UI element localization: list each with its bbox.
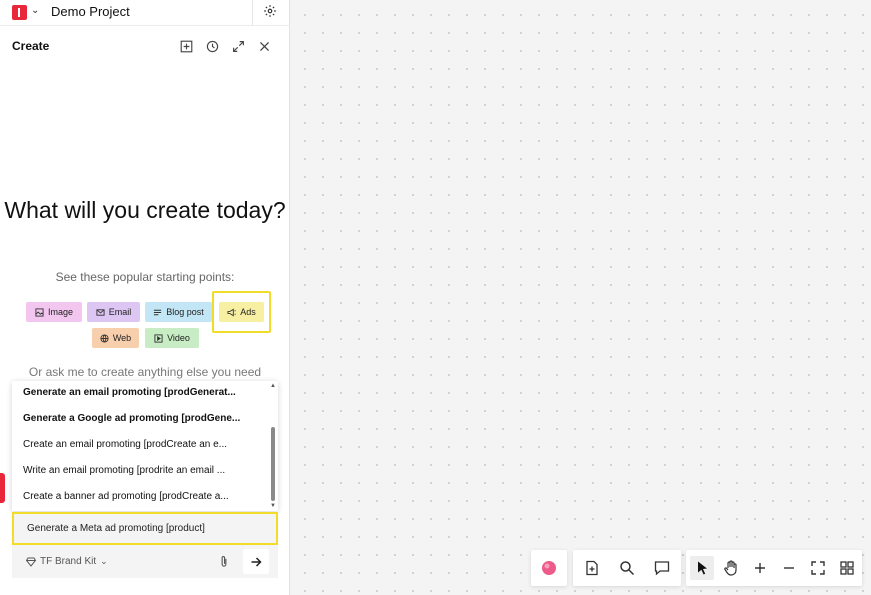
select-tool-button[interactable]	[690, 556, 714, 580]
canvas[interactable]	[290, 0, 871, 595]
scroll-up-arrow-icon[interactable]: ▲	[270, 383, 276, 389]
record-group	[531, 550, 567, 586]
suggestion-item[interactable]: Create an email promoting [prodCreate an…	[23, 439, 259, 450]
grid-icon	[840, 561, 854, 575]
suggestion-item[interactable]: Write an email promoting [prodrite an em…	[23, 465, 259, 476]
panel-title: Create	[12, 39, 50, 53]
pan-tool-button[interactable]	[719, 556, 743, 580]
project-name[interactable]: Demo Project	[51, 4, 130, 19]
chevron-down-icon: ⌄	[100, 556, 108, 566]
suggestion-item[interactable]: Generate a Google ad promoting [prodGene…	[23, 413, 259, 424]
paperclip-icon[interactable]	[218, 555, 230, 568]
image-icon	[35, 307, 44, 317]
add-page-button[interactable]	[580, 556, 604, 580]
brand-kit-label: TF Brand Kit	[40, 556, 97, 567]
history-icon[interactable]	[206, 40, 219, 53]
gear-icon[interactable]	[263, 4, 277, 18]
side-accent-tab[interactable]	[0, 473, 5, 503]
ads-chip-highlight	[212, 291, 271, 333]
scroll-down-arrow-icon[interactable]: ▼	[270, 503, 276, 509]
scrollbar[interactable]: ▲ ▼	[270, 383, 276, 509]
headline: What will you create today?	[4, 197, 286, 223]
text-lines-icon	[154, 309, 162, 315]
fit-screen-button[interactable]	[806, 556, 830, 580]
diamond-icon	[26, 557, 36, 567]
suggestions-dropdown: Generate an email promoting [prodGenerat…	[12, 381, 278, 511]
starting-points-subtitle: See these popular starting points:	[55, 270, 235, 284]
cursor-icon	[698, 561, 707, 575]
new-item-icon[interactable]	[180, 40, 193, 53]
brand-kit-selector[interactable]: TF Brand Kit ⌄	[26, 556, 108, 567]
suggestion-item[interactable]: Create a banner ad promoting [prodCreate…	[23, 491, 259, 502]
prompt-input[interactable]: Generate a Meta ad promoting [product]	[12, 512, 278, 545]
mail-icon	[96, 308, 105, 316]
create-header: Create	[0, 27, 290, 65]
app-logo-icon[interactable]	[12, 5, 27, 20]
send-button[interactable]	[243, 549, 269, 574]
arrow-right-icon	[251, 556, 262, 567]
fit-screen-icon	[811, 561, 825, 575]
expand-icon[interactable]	[232, 40, 245, 53]
globe-icon	[100, 333, 109, 343]
chip-label: Video	[167, 333, 190, 343]
chip-label: Image	[47, 307, 73, 317]
plus-icon	[755, 563, 765, 573]
chip-web[interactable]: Web	[92, 328, 139, 348]
chip-label: Email	[108, 307, 132, 317]
zoom-in-button[interactable]	[748, 556, 772, 580]
close-icon[interactable]	[258, 40, 271, 53]
add-page-icon	[586, 560, 598, 576]
hand-icon	[724, 560, 737, 576]
create-panel: ⌄ Demo Project Create What will you crea…	[0, 0, 290, 595]
tools-group	[573, 550, 681, 586]
scrollbar-thumb[interactable]	[271, 427, 275, 501]
divider	[252, 0, 253, 26]
chip-blog-post[interactable]: Blog post	[145, 302, 212, 322]
chip-label: Web	[112, 333, 132, 343]
navigation-group	[686, 550, 862, 586]
zoom-out-button[interactable]	[777, 556, 801, 580]
chip-label: Blog post	[166, 307, 204, 317]
chip-email[interactable]: Email	[87, 302, 140, 322]
record-button[interactable]	[537, 556, 561, 580]
record-dot-icon	[542, 561, 556, 575]
chip-video[interactable]: Video	[145, 328, 199, 348]
chevron-down-icon[interactable]: ⌄	[31, 5, 39, 16]
comment-icon	[654, 561, 670, 576]
chip-image[interactable]: Image	[26, 302, 82, 322]
layout-grid-button[interactable]	[835, 556, 859, 580]
search-icon	[620, 561, 635, 576]
comment-button[interactable]	[650, 556, 674, 580]
prompt-input-value: Generate a Meta ad promoting [product]	[27, 523, 205, 534]
ask-prompt: Or ask me to create anything else you ne…	[28, 365, 262, 379]
search-button[interactable]	[615, 556, 639, 580]
play-icon	[154, 333, 163, 343]
input-footer: TF Brand Kit ⌄	[12, 545, 278, 578]
suggestion-item[interactable]: Generate an email promoting [prodGenerat…	[23, 387, 259, 398]
top-bar: ⌄ Demo Project	[0, 0, 290, 26]
minus-icon	[784, 567, 794, 569]
